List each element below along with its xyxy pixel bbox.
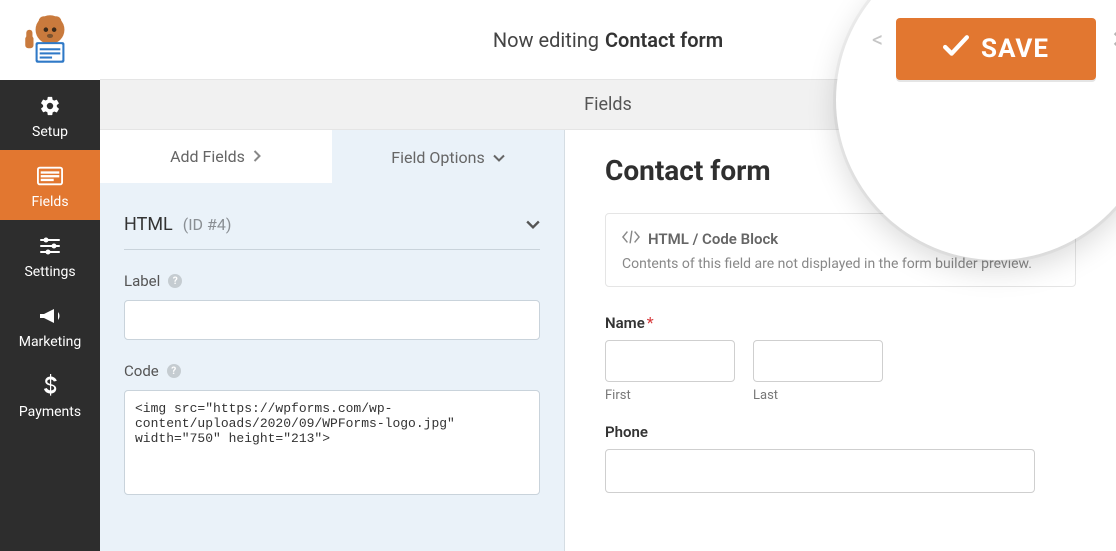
subbar-label: Fields [584, 94, 632, 115]
sidebar-item-settings[interactable]: Settings [0, 220, 100, 290]
sidebar-item-setup[interactable]: Setup [0, 80, 100, 150]
gear-icon [0, 93, 100, 119]
sidebar-item-payments[interactable]: Payments [0, 360, 100, 430]
phone-input[interactable] [605, 449, 1035, 493]
tab-label: Add Fields [170, 147, 245, 166]
tab-label: Field Options [391, 148, 484, 167]
sidebar-label: Settings [0, 264, 100, 280]
options-heading: HTML [124, 214, 173, 235]
code-textarea[interactable] [124, 390, 540, 495]
sidebar-label: Setup [0, 124, 100, 140]
code-block-title: HTML / Code Block [648, 230, 778, 248]
close-icon[interactable]: ✕ [1112, 28, 1116, 53]
save-label: SAVE [981, 34, 1049, 64]
topbar-title: Contact form [605, 28, 723, 52]
last-sublabel: Last [753, 388, 883, 403]
sidebar-item-fields[interactable]: Fields [0, 150, 100, 220]
sliders-icon [0, 233, 100, 259]
code-label: Code [124, 362, 159, 380]
phone-label: Phone [605, 423, 1076, 441]
required-asterisk: * [647, 313, 654, 332]
tab-add-fields[interactable]: Add Fields [100, 130, 332, 184]
logo [0, 0, 100, 80]
tab-field-options[interactable]: Field Options [332, 130, 564, 184]
megaphone-icon [0, 303, 100, 329]
topbar-prefix: Now editing [493, 28, 599, 52]
options-header[interactable]: HTML (ID #4) [124, 200, 540, 250]
chevron-down-icon [493, 148, 505, 167]
first-sublabel: First [605, 388, 735, 403]
embed-icon-fragment: < [872, 28, 883, 53]
sidebar-label: Marketing [0, 334, 100, 350]
options-subheading: (ID #4) [183, 215, 232, 234]
builder-sidebar: Setup Fields Settings Marketing Payments [0, 0, 100, 551]
save-button[interactable]: SAVE [896, 18, 1096, 80]
chevron-down-icon [526, 215, 540, 234]
label-label: Label [124, 272, 160, 290]
last-name-input[interactable] [753, 340, 883, 382]
zoom-lens: < SAVE ✕ [836, 0, 1116, 260]
dollar-icon [0, 373, 100, 399]
help-icon[interactable]: ? [168, 274, 182, 288]
fields-icon [0, 163, 100, 189]
check-icon [943, 34, 969, 64]
wpforms-logo-icon [13, 5, 88, 75]
label-input[interactable] [124, 300, 540, 340]
chevron-right-icon [253, 147, 262, 166]
first-name-input[interactable] [605, 340, 735, 382]
name-label: Name [605, 314, 645, 332]
options-panel: Add Fields Field Options [100, 130, 565, 551]
help-icon[interactable]: ? [167, 364, 181, 378]
sidebar-item-marketing[interactable]: Marketing [0, 290, 100, 360]
sidebar-label: Fields [0, 194, 100, 210]
sidebar-label: Payments [0, 404, 100, 420]
code-icon [622, 230, 640, 248]
